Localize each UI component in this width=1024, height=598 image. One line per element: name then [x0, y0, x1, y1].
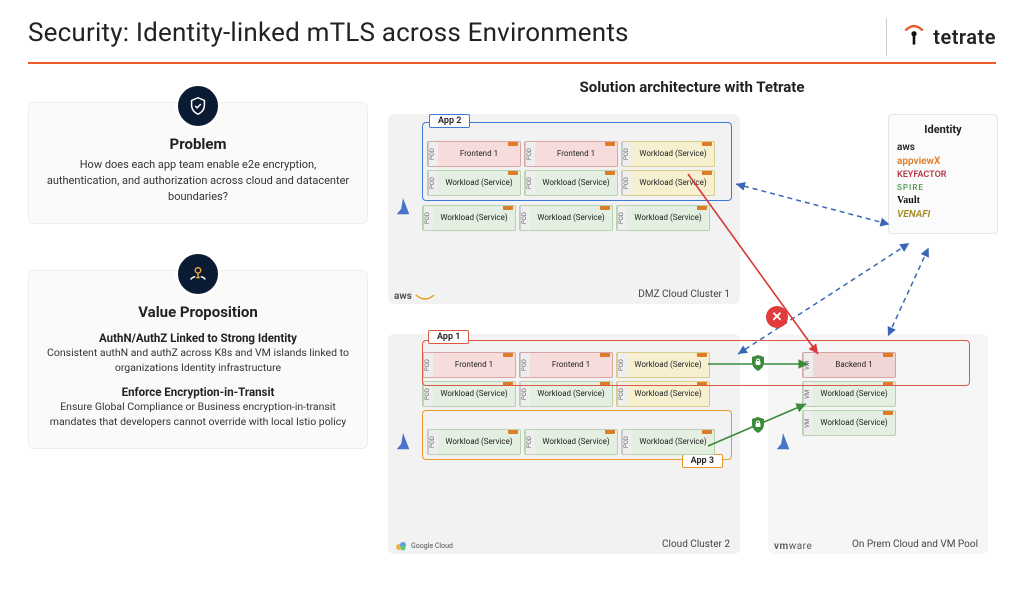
architecture-title: Solution architecture with Tetrate — [388, 78, 996, 96]
istio-icon — [394, 431, 412, 457]
pod-workload: PODWorkload (Service) — [616, 381, 710, 407]
cluster-dmz-label: DMZ Cloud Cluster 1 — [388, 289, 730, 300]
pod-workload: PODWorkload (Service) — [621, 141, 715, 167]
idp-aws: aws — [897, 142, 989, 153]
pod-workload: VMWorkload (Service) — [802, 381, 896, 407]
problem-title: Problem — [45, 135, 351, 153]
app2-tag: App 2 — [429, 114, 470, 128]
idp-spire: SPIRE — [897, 183, 989, 192]
pod-workload: PODWorkload (Service) — [524, 170, 618, 196]
idp-venafi: VENAFI — [897, 209, 989, 220]
value-card: Value Proposition AuthN/AuthZ Linked to … — [28, 270, 368, 449]
pod-workload: PODWorkload (Service) — [621, 429, 715, 455]
aws-logo: aws — [394, 291, 435, 302]
idp-vault: Vault — [897, 195, 989, 206]
app2-box: App 2 PODFrontend 1 PODFrontend 1 PODWor… — [422, 122, 732, 201]
brand-text: tetrate — [933, 25, 996, 49]
pod-workload: PODWorkload (Service) — [616, 205, 710, 231]
pod-workload: PODWorkload (Service) — [524, 429, 618, 455]
deny-icon: ✕ — [766, 306, 788, 328]
shield-check-icon — [175, 83, 221, 129]
problem-body: How does each app team enable e2e encryp… — [45, 157, 351, 205]
identity-title: Identity — [897, 123, 989, 136]
istio-icon — [394, 196, 412, 222]
value-sub2-body: Ensure Global Compliance or Business enc… — [45, 399, 351, 429]
app3-box: App 3 PODWorkload (Service) PODWorkload … — [422, 410, 732, 460]
gcp-logo: Google Cloud — [394, 540, 453, 552]
value-sub2-title: Enforce Encryption-in-Transit — [45, 385, 351, 399]
architecture-diagram: App 2 PODFrontend 1 PODFrontend 1 PODWor… — [388, 104, 988, 574]
pod-workload: PODWorkload (Service) — [427, 429, 521, 455]
identity-panel: Identity aws appviewX KEYFACTOR SPIRE Va… — [888, 114, 998, 234]
pod-workload: PODWorkload (Service) — [422, 205, 516, 231]
value-title: Value Proposition — [45, 303, 351, 321]
pod-workload: PODWorkload (Service) — [519, 381, 613, 407]
value-sub1-body: Consistent authN and authZ across K8s an… — [45, 345, 351, 375]
cluster-dmz: App 2 PODFrontend 1 PODFrontend 1 PODWor… — [388, 114, 740, 304]
pod-workload: PODWorkload (Service) — [621, 170, 715, 196]
app3-tag: App 3 — [682, 454, 723, 468]
page-title: Security: Identity-linked mTLS across En… — [28, 18, 629, 48]
pod-frontend: PODFrontend 1 — [519, 352, 613, 378]
cluster-onprem: VMBackend 1 VMWorkload (Service) VMWorkl… — [768, 334, 988, 554]
pod-workload: PODWorkload (Service) — [427, 170, 521, 196]
pod-backend: VMBackend 1 — [802, 352, 896, 378]
pod-workload: PODWorkload (Service) — [422, 381, 516, 407]
pod-frontend: PODFrontend 1 — [422, 352, 516, 378]
hands-key-icon — [175, 251, 221, 297]
idp-keyfactor: KEYFACTOR — [897, 170, 989, 180]
idp-appviewx: appviewX — [897, 156, 989, 167]
cluster-cc2: PODFrontend 1 PODFrontend 1 PODWorkload … — [388, 334, 740, 554]
shield-lock-icon — [750, 354, 766, 372]
pod-workload: VMWorkload (Service) — [802, 410, 896, 436]
tetrate-icon — [901, 24, 927, 50]
value-sub1-title: AuthN/AuthZ Linked to Strong Identity — [45, 331, 351, 345]
pod-workload: PODWorkload (Service) — [616, 352, 710, 378]
vmware-logo: vmware — [774, 541, 812, 552]
brand-logo: tetrate — [886, 18, 996, 56]
problem-card: Problem How does each app team enable e2… — [28, 102, 368, 224]
pod-frontend: PODFrontend 1 — [524, 141, 618, 167]
pod-workload: PODWorkload (Service) — [519, 205, 613, 231]
istio-icon — [774, 431, 792, 457]
pod-frontend: PODFrontend 1 — [427, 141, 521, 167]
shield-lock-icon — [750, 416, 766, 434]
app1-tag: App 1 — [428, 330, 469, 344]
